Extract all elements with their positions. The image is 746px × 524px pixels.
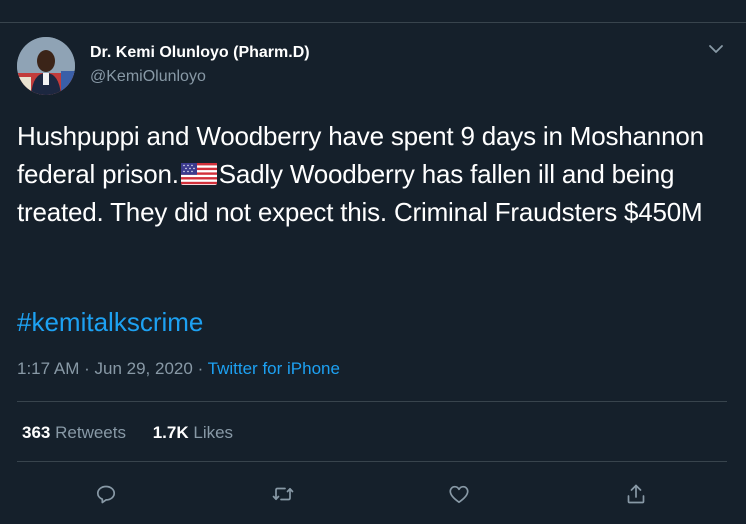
reply-button[interactable]	[91, 479, 121, 509]
likes-stat[interactable]: 1.7K Likes	[153, 423, 233, 442]
retweets-label: Retweets	[55, 423, 126, 442]
share-button[interactable]	[621, 479, 651, 509]
tweet-date[interactable]: Jun 29, 2020	[95, 359, 193, 378]
tweet-time[interactable]: 1:17 AM	[17, 359, 79, 378]
author-handle[interactable]: @KemiOlunloyo	[90, 68, 206, 86]
top-divider	[0, 22, 746, 23]
retweet-icon	[272, 487, 294, 501]
author-name[interactable]: Dr. Kemi Olunloyo (Pharm.D)	[90, 44, 310, 62]
share-icon	[627, 484, 645, 504]
tweet-source-link[interactable]: Twitter for iPhone	[208, 359, 340, 378]
like-button[interactable]	[444, 479, 474, 509]
chevron-down-icon[interactable]	[707, 40, 725, 58]
us-flag-icon	[180, 157, 217, 185]
likes-count: 1.7K	[152, 423, 189, 442]
divider	[17, 461, 727, 462]
divider	[17, 401, 727, 402]
retweets-count: 363	[22, 423, 51, 442]
reply-icon	[96, 485, 116, 504]
engagement-stats: 363 Retweets 1.7K Likes	[22, 423, 255, 443]
avatar[interactable]	[17, 37, 75, 95]
tweet-meta: 1:17 AM · Jun 29, 2020 · Twitter for iPh…	[17, 359, 340, 379]
retweet-button[interactable]	[268, 479, 298, 509]
meta-separator: ·	[84, 359, 90, 378]
likes-label: Likes	[193, 423, 234, 442]
meta-separator: ·	[197, 359, 204, 378]
like-icon	[449, 485, 469, 504]
tweet-text: Hushpuppi and Woodberry have spent 9 day…	[17, 117, 727, 231]
retweets-stat[interactable]: 363 Retweets	[22, 423, 126, 442]
hashtag-link[interactable]: #kemitalkscrime	[17, 303, 203, 341]
